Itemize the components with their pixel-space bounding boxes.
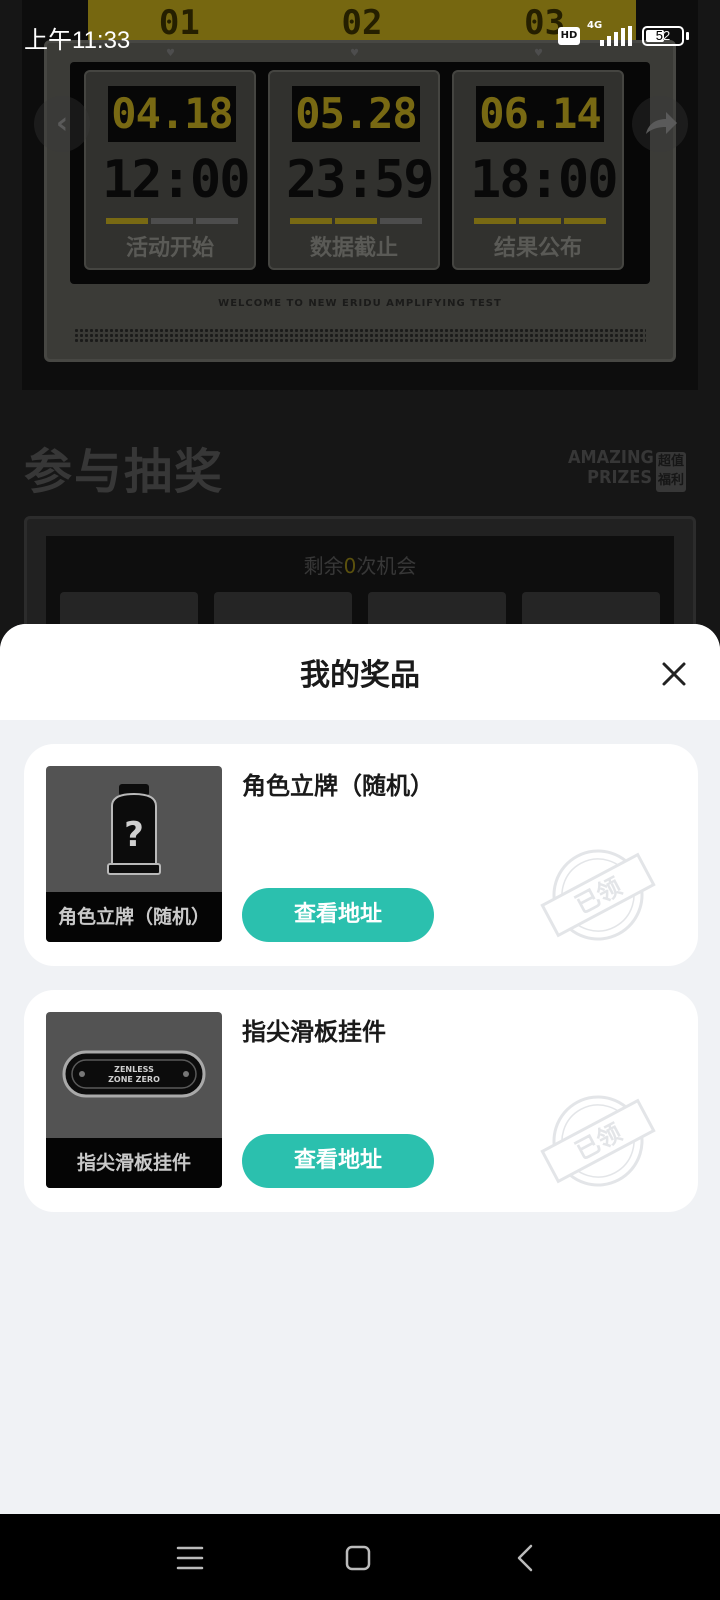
sheet-header: 我的奖品 <box>0 624 720 720</box>
svg-text:?: ? <box>124 815 144 855</box>
prize-card: ZENLESS ZONE ZERO 指尖滑板挂件 指尖滑板挂件 查看地址 已领 <box>24 990 698 1212</box>
prize-name: 指尖滑板挂件 <box>242 1018 386 1046</box>
skateboard-text-1: ZENLESS <box>114 1065 154 1074</box>
prize-thumbnail: ? 角色立牌（随机） <box>46 766 222 942</box>
sheet-title: 我的奖品 <box>300 658 420 693</box>
view-address-button[interactable]: 查看地址 <box>242 1134 434 1188</box>
my-prizes-sheet: 我的奖品 ? 角色立牌（随机） 角色立牌（随机） 查看地址 已领 ZENLESS… <box>0 624 720 1514</box>
menu-button[interactable] <box>168 1536 212 1580</box>
thumbnail-label: 角色立牌（随机） <box>46 892 222 942</box>
prize-thumbnail: ZENLESS ZONE ZERO 指尖滑板挂件 <box>46 1012 222 1188</box>
dim-overlay[interactable] <box>0 0 720 700</box>
signal-icon <box>600 26 634 46</box>
back-icon <box>517 1544 533 1572</box>
status-time: 上午11:33 <box>24 27 131 54</box>
view-address-button[interactable]: 查看地址 <box>242 888 434 942</box>
battery-tip <box>686 32 689 40</box>
home-icon <box>345 1545 371 1571</box>
question-icon: ? <box>107 784 161 875</box>
thumbnail-label: 指尖滑板挂件 <box>46 1138 222 1188</box>
back-button[interactable] <box>504 1536 548 1580</box>
close-button[interactable] <box>654 654 694 694</box>
battery-icon: 52 <box>642 26 684 46</box>
status-bar: 上午11:33 HD 4G 52 <box>0 0 720 72</box>
menu-icon <box>176 1546 204 1570</box>
skateboard-icon: ZENLESS ZONE ZERO <box>62 1050 206 1098</box>
close-icon <box>662 662 686 686</box>
battery-level: 52 <box>655 28 671 43</box>
skateboard-text-2: ZONE ZERO <box>108 1075 160 1084</box>
claimed-stamp-icon: 已领 <box>540 849 656 941</box>
claimed-stamp-icon: 已领 <box>540 1095 656 1187</box>
prize-name: 角色立牌（随机） <box>242 772 434 800</box>
home-button[interactable] <box>336 1536 380 1580</box>
system-nav-bar <box>0 1514 720 1600</box>
prize-card: ? 角色立牌（随机） 角色立牌（随机） 查看地址 已领 <box>24 744 698 966</box>
hd-badge: HD <box>558 27 580 45</box>
